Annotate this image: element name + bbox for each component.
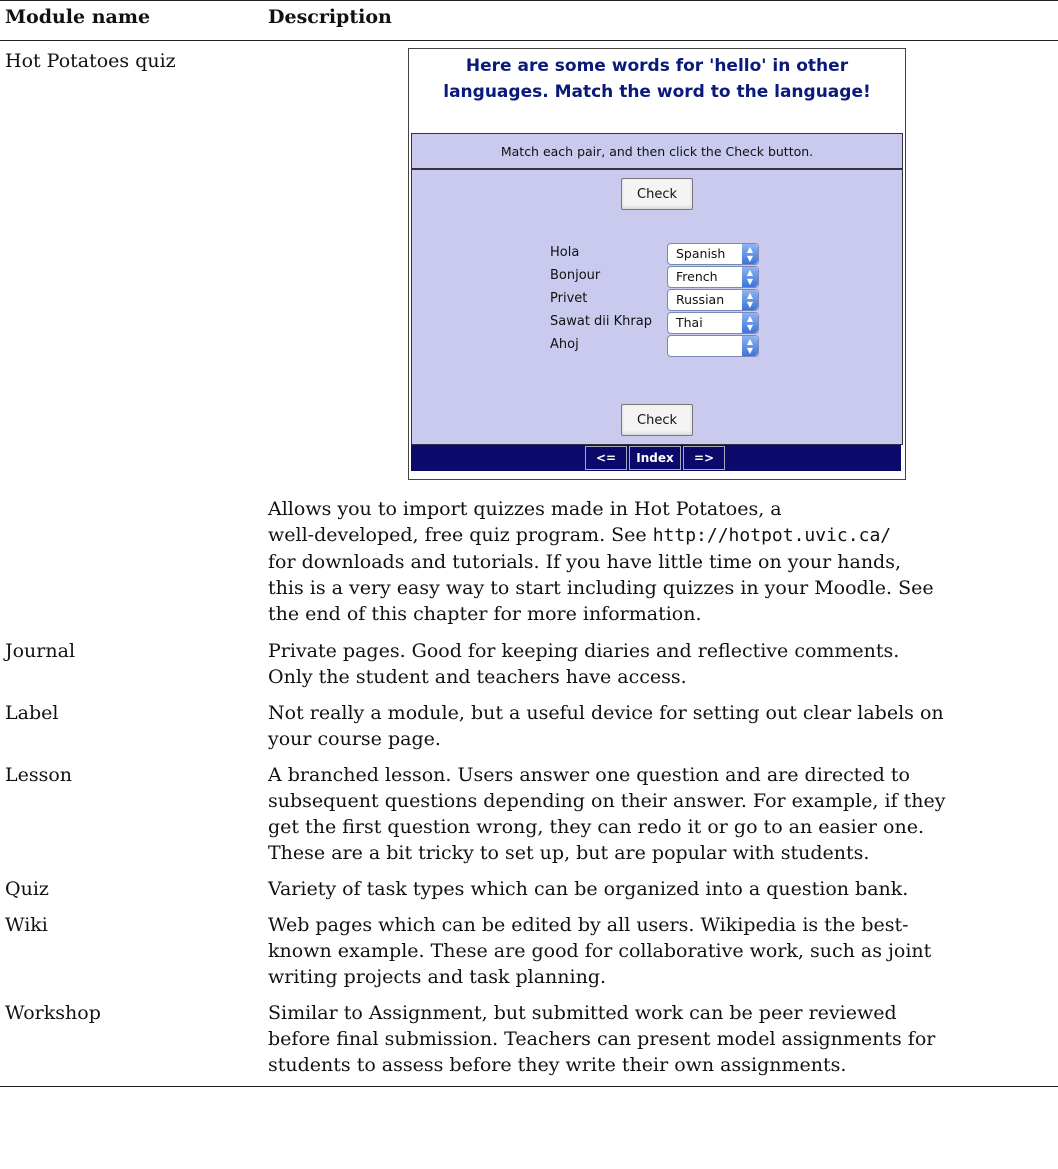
- description-line: students to assess before they write the…: [268, 1054, 847, 1076]
- description-line: this is a very easy way to start includi…: [268, 577, 934, 599]
- select-value: Russian: [676, 292, 725, 307]
- check-button[interactable]: Check: [621, 178, 693, 210]
- select-arrows-icon: ▲ ▼: [742, 313, 758, 333]
- table-header-rule: [0, 40, 1058, 41]
- description-line: the end of this chapter for more informa…: [268, 603, 702, 625]
- select-arrows-icon: ▲ ▼: [742, 336, 758, 356]
- module-name: Wiki: [5, 914, 48, 936]
- description-line: writing projects and task planning.: [268, 966, 607, 988]
- select-value: French: [676, 269, 718, 284]
- quiz-instructions: Match each pair, and then click the Chec…: [411, 133, 903, 169]
- table-bottom-rule: [0, 1086, 1058, 1087]
- language-select[interactable]: Spanish ▲ ▼: [667, 243, 759, 265]
- description-line: Similar to Assignment, but submitted wor…: [268, 1002, 897, 1024]
- header-module-name: Module name: [5, 6, 151, 28]
- description-line: known example. These are good for collab…: [268, 940, 932, 962]
- select-value: Spanish: [676, 246, 726, 261]
- index-button[interactable]: Index: [629, 446, 681, 470]
- match-row: Hola Spanish ▲ ▼: [550, 243, 780, 265]
- module-description: A branched lesson. Users answer one ques…: [268, 762, 1058, 866]
- module-description: Web pages which can be edited by all use…: [268, 912, 1058, 990]
- module-description: Not really a module, but a useful device…: [268, 700, 1058, 752]
- select-arrows-icon: ▲ ▼: [742, 290, 758, 310]
- prev-button[interactable]: <=: [585, 446, 627, 470]
- module-name: Label: [5, 702, 59, 724]
- next-button[interactable]: =>: [683, 446, 725, 470]
- match-word: Bonjour: [550, 268, 601, 283]
- table-top-rule: [0, 0, 1058, 1]
- match-word: Hola: [550, 245, 580, 260]
- select-value: Thai: [676, 315, 703, 330]
- module-description: Private pages. Good for keeping diaries …: [268, 638, 1058, 690]
- match-row: Sawat dii Khrap Thai ▲ ▼: [550, 312, 780, 334]
- description-line: subsequent questions depending on their …: [268, 790, 946, 812]
- quiz-title: Here are some words for 'hello' in other…: [409, 53, 905, 105]
- description-text: well-developed, free quiz program. See: [268, 524, 653, 546]
- module-name: Quiz: [5, 878, 49, 900]
- module-name: Hot Potatoes quiz: [5, 50, 176, 72]
- description-line: well-developed, free quiz program. See h…: [268, 522, 1058, 549]
- description-line: your course page.: [268, 728, 441, 750]
- module-description: Similar to Assignment, but submitted wor…: [268, 1000, 1058, 1078]
- description-line: get the first question wrong, they can r…: [268, 816, 925, 838]
- module-description: Allows you to import quizzes made in Hot…: [268, 496, 1058, 627]
- header-description: Description: [268, 6, 392, 28]
- match-row: Bonjour French ▲ ▼: [550, 266, 780, 288]
- language-select[interactable]: Russian ▲ ▼: [667, 289, 759, 311]
- module-description: Variety of task types which can be organ…: [268, 876, 1058, 902]
- match-row: Privet Russian ▲ ▼: [550, 289, 780, 311]
- module-name: Workshop: [5, 1002, 101, 1024]
- quiz-title-line: Here are some words for 'hello' in other: [465, 56, 849, 76]
- description-line: for downloads and tutorials. If you have…: [268, 551, 902, 573]
- select-arrows-icon: ▲ ▼: [742, 244, 758, 264]
- match-word: Sawat dii Khrap: [550, 314, 652, 329]
- language-select[interactable]: French ▲ ▼: [667, 266, 759, 288]
- match-word: Privet: [550, 291, 588, 306]
- language-select[interactable]: Thai ▲ ▼: [667, 312, 759, 334]
- description-line: before final submission. Teachers can pr…: [268, 1028, 936, 1050]
- language-select[interactable]: ▲ ▼: [667, 335, 759, 357]
- description-line: Private pages. Good for keeping diaries …: [268, 640, 900, 662]
- description-line: A branched lesson. Users answer one ques…: [268, 764, 910, 786]
- check-button[interactable]: Check: [621, 404, 693, 436]
- module-name: Journal: [5, 640, 76, 662]
- match-word: Ahoj: [550, 337, 579, 352]
- match-row: Ahoj ▲ ▼: [550, 335, 780, 357]
- hot-potatoes-screenshot: Here are some words for 'hello' in other…: [408, 48, 906, 480]
- quiz-body: Check Hola Spanish ▲ ▼ Bonjour French ▲ ▼ …: [411, 169, 903, 445]
- quiz-title-line: languages. Match the word to the languag…: [443, 82, 871, 102]
- quiz-nav-bar: <= Index =>: [411, 445, 901, 471]
- select-arrows-icon: ▲ ▼: [742, 267, 758, 287]
- module-name: Lesson: [5, 764, 73, 786]
- description-line: These are a bit tricky to set up, but ar…: [268, 842, 870, 864]
- hotpot-url[interactable]: http://hotpot.uvic.ca/: [653, 525, 891, 546]
- description-line: Web pages which can be edited by all use…: [268, 914, 909, 936]
- description-line: Allows you to import quizzes made in Hot…: [268, 498, 782, 520]
- description-line: Variety of task types which can be organ…: [268, 878, 909, 900]
- description-line: Not really a module, but a useful device…: [268, 702, 944, 724]
- description-line: Only the student and teachers have acces…: [268, 666, 687, 688]
